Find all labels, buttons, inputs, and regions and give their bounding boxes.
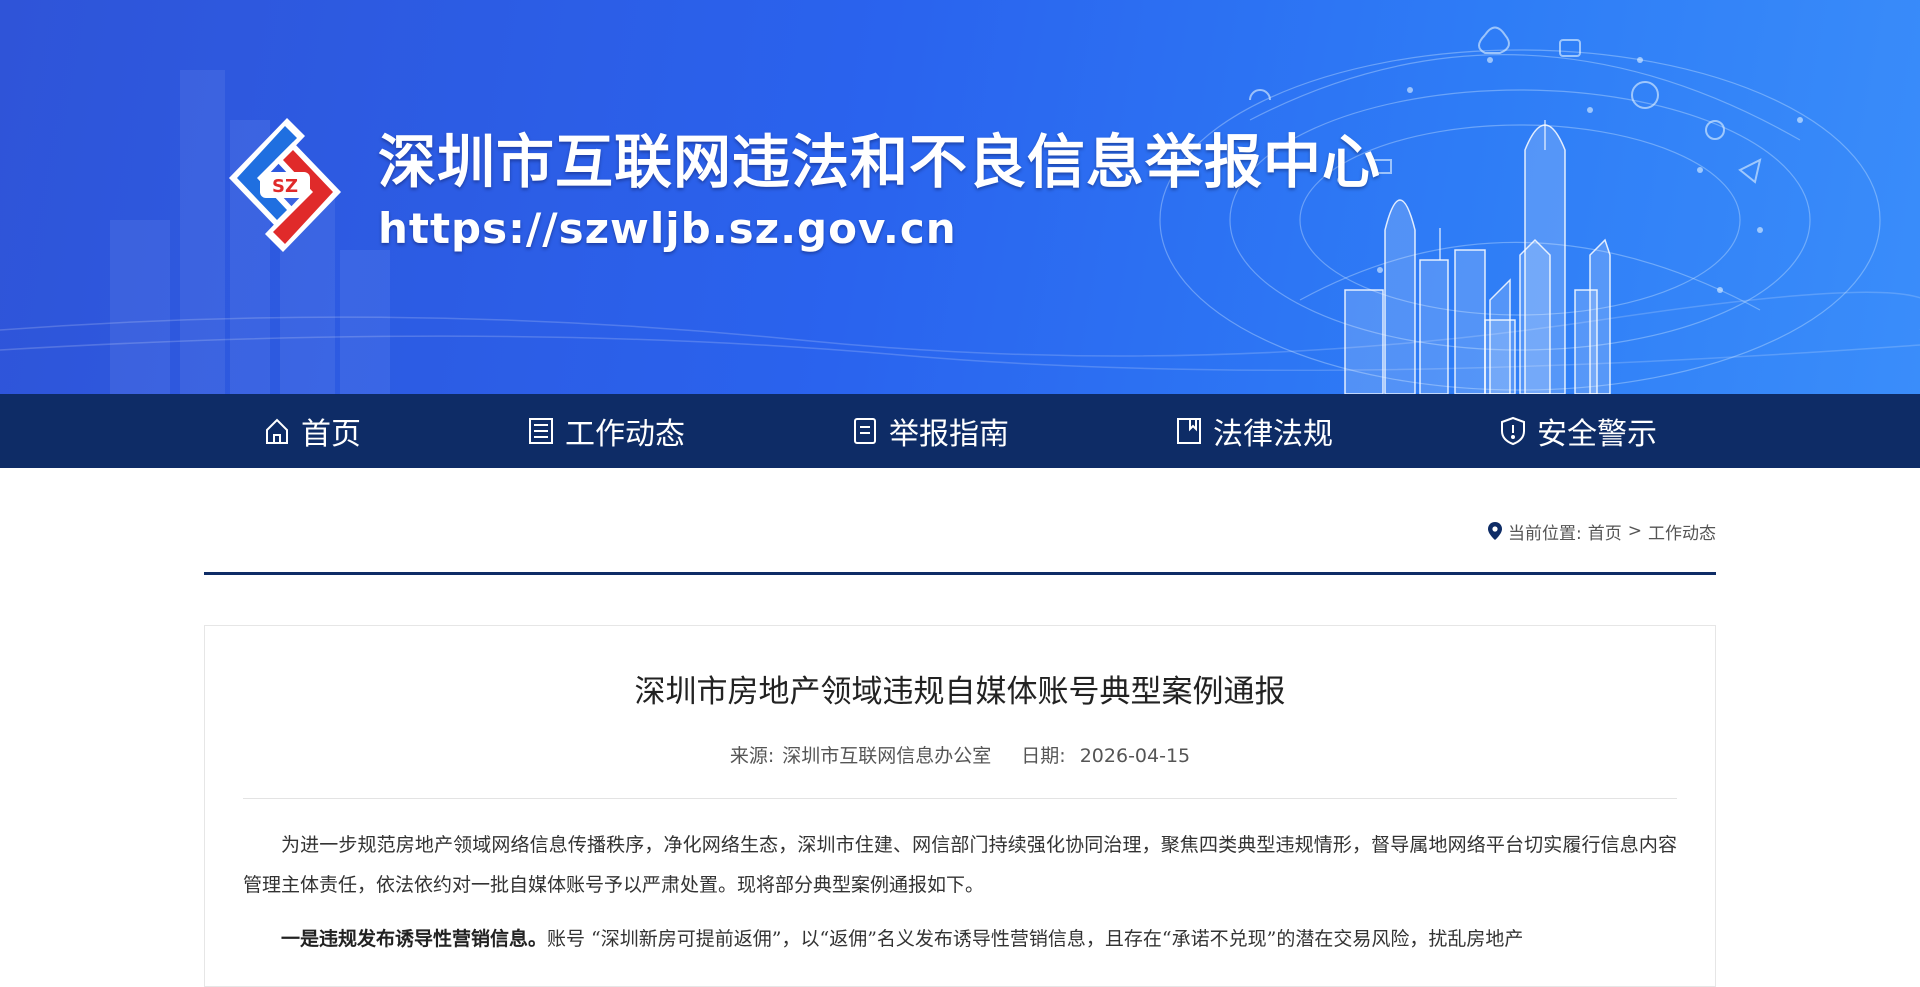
nav-item-safety-alert[interactable]: 安全警示 [1489, 403, 1667, 459]
nav-item-work-news[interactable]: 工作动态 [517, 403, 695, 459]
breadcrumb-home-link[interactable]: 首页 [1588, 519, 1622, 544]
nav-item-label: 首页 [301, 417, 361, 452]
nav-item-label: 工作动态 [565, 417, 685, 452]
site-title: 深圳市互联网违法和不良信息举报中心 [378, 128, 1382, 196]
breadcrumb: 当前位置: 首页 > 工作动态 [204, 468, 1716, 546]
location-pin-icon [1488, 522, 1503, 540]
article-paragraph: 一是违规发布诱导性营销信息。账号 “深圳新房可提前返佣”，以“返佣”名义发布诱导… [243, 919, 1677, 959]
list-icon [529, 418, 553, 444]
date-value: 2026-04-15 [1079, 745, 1191, 767]
nav-items: 首页 工作动态 举报指南 法律法规 安全警示 [180, 403, 1740, 459]
date-label: 日期: [1021, 745, 1066, 767]
paragraph-text: 账号 “深圳新房可提前返佣”，以“返佣”名义发布诱导性营销信息，且存在“承诺不兑… [547, 928, 1524, 950]
article-meta: 来源: 深圳市互联网信息办公室 日期: 2026-04-15 [243, 741, 1677, 768]
shield-alert-icon [1501, 416, 1525, 446]
article-title: 深圳市房地产领域违规自媒体账号典型案例通报 [634, 674, 1286, 710]
site-url: https://szwljb.sz.gov.cn [378, 204, 957, 253]
nav-item-label: 安全警示 [1537, 417, 1657, 452]
document-icon [854, 418, 876, 444]
logo-icon: SZ [229, 118, 341, 252]
breadcrumb-current[interactable]: 工作动态 [1648, 519, 1716, 544]
nav-item-laws[interactable]: 法律法规 [1165, 403, 1343, 459]
nav-item-report-guide[interactable]: 举报指南 [841, 403, 1019, 459]
svg-text:SZ: SZ [272, 176, 298, 197]
book-icon [1177, 418, 1201, 444]
section-divider [204, 572, 1716, 575]
breadcrumb-separator: > [1627, 521, 1642, 541]
paragraph-heading: 一是违规发布诱导性营销信息。 [281, 928, 548, 950]
meta-divider [243, 798, 1677, 799]
home-icon [266, 418, 288, 444]
article-paragraph: 为进一步规范房地产领域网络信息传播秩序，净化网络生态，深圳市住建、网信部门持续强… [243, 834, 1677, 896]
source-value: 深圳市互联网信息办公室 [782, 745, 992, 767]
nav-item-home[interactable]: 首页 [253, 403, 371, 459]
nav-item-label: 举报指南 [889, 417, 1009, 452]
article-card: 深圳市房地产领域违规自媒体账号典型案例通报 来源: 深圳市互联网信息办公室 日期: … [204, 625, 1716, 987]
header-banner: SZ 深圳市互联网违法和不良信息举报中心 https://szwljb.sz.g… [0, 0, 1920, 394]
nav-item-label: 法律法规 [1213, 417, 1333, 452]
main-content: 当前位置: 首页 > 工作动态 深圳市房地产领域违规自媒体账号典型案例通报 来源… [204, 468, 1716, 987]
breadcrumb-prefix: 当前位置: [1508, 523, 1582, 544]
main-nav: 首页 工作动态 举报指南 法律法规 安全警示 [0, 394, 1920, 468]
source-label: 来源: [729, 745, 775, 767]
